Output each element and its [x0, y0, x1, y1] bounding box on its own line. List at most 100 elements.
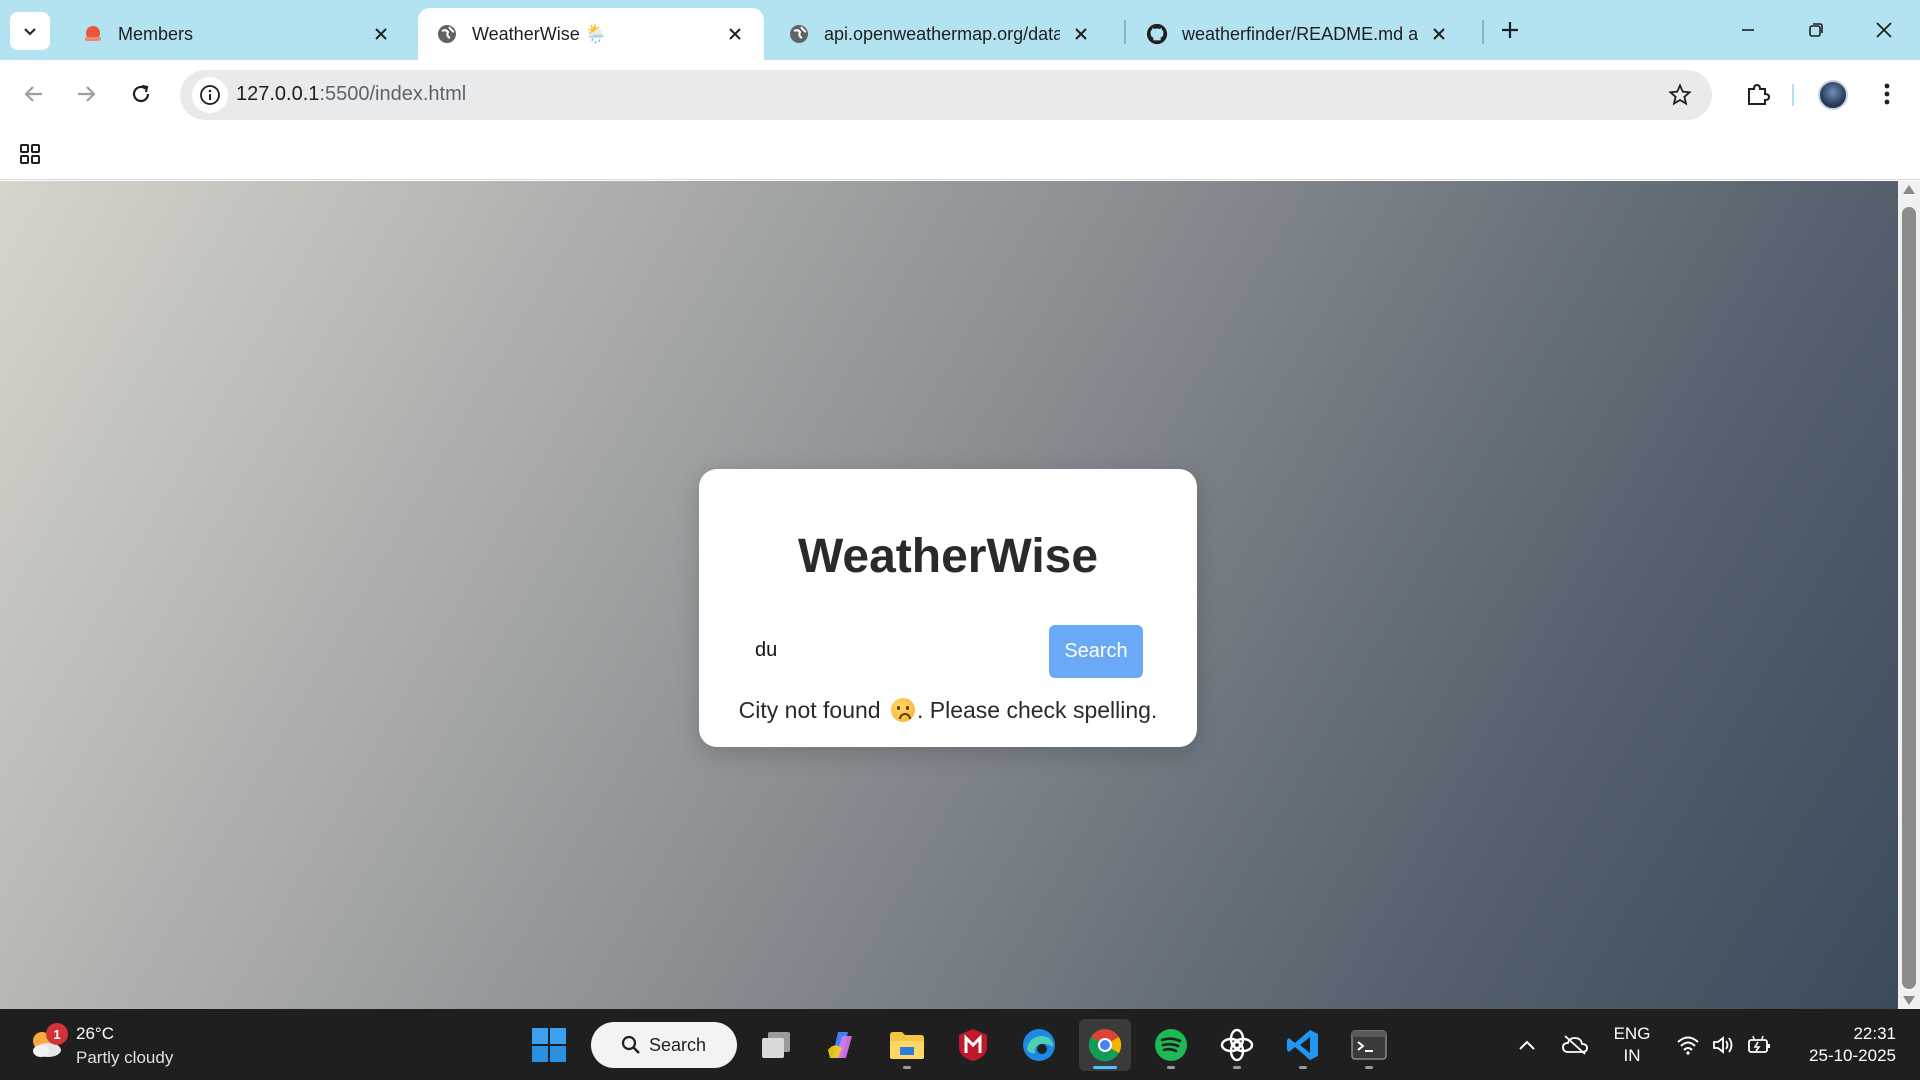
clock-date: 25-10-2025	[1809, 1046, 1896, 1065]
search-icon	[621, 1035, 641, 1055]
back-button[interactable]	[12, 72, 56, 116]
close-icon	[1876, 22, 1892, 38]
active-indicator	[1093, 1066, 1117, 1069]
browser-menu-button[interactable]	[1870, 74, 1904, 114]
weather-description: Partly cloudy	[76, 1048, 174, 1067]
sad-face-emoji-icon	[890, 698, 915, 722]
page-viewport: WeatherWise Search City not found . Plea…	[0, 181, 1898, 1009]
edge-icon	[1023, 1029, 1055, 1061]
scrollbar-thumb[interactable]	[1902, 207, 1916, 989]
notification-badge: 1	[46, 1023, 68, 1045]
tab-title: WeatherWise 🌦️	[472, 23, 608, 44]
windows-logo-icon	[532, 1028, 566, 1062]
arrow-right-icon	[78, 86, 96, 102]
task-view-button[interactable]	[750, 1019, 802, 1071]
weather-widget[interactable]: 1 26°C Partly cloudy	[24, 1021, 224, 1069]
plus-icon	[1502, 22, 1518, 38]
battery-charging-icon[interactable]	[1744, 1009, 1776, 1080]
chrome-app[interactable]	[1079, 1019, 1131, 1071]
wifi-icon[interactable]	[1672, 1009, 1704, 1080]
chevron-up-icon	[1519, 1040, 1535, 1050]
mcafee-app[interactable]	[947, 1019, 999, 1071]
chatgpt-app[interactable]	[1211, 1019, 1263, 1071]
tab-title: api.openweathermap.org/data/	[824, 23, 1060, 44]
toolbar-separator	[1792, 84, 1794, 106]
language-code: ENG	[1613, 1024, 1651, 1043]
folder-icon	[890, 1032, 924, 1059]
close-icon[interactable]	[1428, 23, 1450, 45]
address-bar[interactable]: 127.0.0.1:5500/index.html	[180, 70, 1712, 120]
bookmarks-bar	[0, 130, 1920, 180]
volume-icon[interactable]	[1708, 1009, 1740, 1080]
apps-grid-icon[interactable]	[14, 138, 46, 170]
tab-openweathermap[interactable]: api.openweathermap.org/data/	[770, 8, 1110, 60]
copilot-app[interactable]	[815, 1019, 867, 1071]
tab-title: Members	[118, 23, 194, 44]
taskbar-search[interactable]: Search	[591, 1022, 737, 1068]
weather-card: WeatherWise Search City not found . Plea…	[699, 469, 1197, 747]
kebab-menu-icon	[1884, 83, 1890, 105]
reload-icon	[132, 84, 150, 103]
clock-time: 22:31	[1853, 1024, 1896, 1043]
close-icon[interactable]	[1070, 23, 1092, 45]
running-indicator	[1233, 1066, 1241, 1069]
github-icon	[1146, 23, 1168, 45]
copilot-icon	[828, 1032, 852, 1058]
weather-temperature: 26°C	[76, 1024, 114, 1043]
puzzle-icon	[1748, 83, 1771, 105]
tab-github-readme[interactable]: weatherfinder/README.md at m	[1128, 8, 1468, 60]
tab-strip: Members WeatherWise 🌦️ api.openweatherma…	[0, 0, 1920, 60]
mcafee-shield-icon	[959, 1029, 987, 1061]
start-button[interactable]	[523, 1019, 575, 1071]
members-favicon-icon	[82, 23, 104, 45]
profile-avatar[interactable]	[1818, 80, 1848, 110]
forward-button[interactable]	[64, 72, 108, 116]
region-code: IN	[1623, 1046, 1641, 1065]
reload-button[interactable]	[119, 72, 163, 116]
error-message: City not found . Please check spelling.	[699, 697, 1197, 724]
minimize-icon	[1742, 29, 1754, 31]
page-scrollbar[interactable]	[1898, 181, 1920, 1009]
close-icon[interactable]	[370, 23, 392, 45]
url-text[interactable]: 127.0.0.1:5500/index.html	[236, 83, 466, 106]
restore-button[interactable]	[1794, 10, 1838, 50]
page-title: WeatherWise	[797, 530, 1099, 583]
show-hidden-icons-button[interactable]	[1512, 1009, 1542, 1080]
tab-search-button[interactable]	[10, 12, 50, 50]
browser-toolbar: 127.0.0.1:5500/index.html	[0, 60, 1920, 130]
new-tab-button[interactable]	[1494, 14, 1526, 46]
spotify-app[interactable]	[1145, 1019, 1197, 1071]
onedrive-offline-icon[interactable]	[1558, 1009, 1592, 1080]
edge-app[interactable]	[1013, 1019, 1065, 1071]
task-view-icon	[762, 1032, 790, 1058]
url-path: :5500/index.html	[319, 83, 467, 105]
city-search-input[interactable]	[755, 632, 1005, 668]
vscode-app[interactable]	[1277, 1019, 1329, 1071]
site-info-icon[interactable]	[192, 77, 228, 113]
spotify-icon	[1155, 1029, 1187, 1061]
scroll-down-arrow-icon[interactable]	[1903, 996, 1915, 1005]
tab-weatherwise[interactable]: WeatherWise 🌦️	[418, 8, 764, 60]
tab-separator	[1124, 20, 1126, 44]
tab-separator	[1482, 20, 1484, 44]
url-host: 127.0.0.1	[236, 83, 320, 105]
globe-icon	[436, 23, 458, 45]
minimize-button[interactable]	[1726, 10, 1770, 50]
chrome-icon	[1088, 1029, 1122, 1062]
scroll-up-arrow-icon[interactable]	[1903, 185, 1915, 194]
language-indicator[interactable]: ENG IN	[1600, 1023, 1664, 1067]
extensions-button[interactable]	[1736, 72, 1780, 116]
file-explorer-app[interactable]	[881, 1019, 933, 1071]
taskbar-search-label: Search	[649, 1034, 707, 1055]
running-indicator	[1167, 1066, 1175, 1069]
running-indicator	[1365, 1066, 1373, 1069]
close-icon[interactable]	[724, 23, 746, 45]
close-window-button[interactable]	[1862, 10, 1906, 50]
tab-members[interactable]: Members	[64, 8, 410, 60]
system-clock[interactable]: 22:31 25-10-2025	[1790, 1023, 1896, 1067]
bookmark-star-icon[interactable]	[1666, 81, 1694, 109]
search-button[interactable]: Search	[1049, 625, 1143, 678]
terminal-app[interactable]	[1343, 1019, 1395, 1071]
running-indicator	[1299, 1066, 1307, 1069]
vscode-icon	[1287, 1030, 1318, 1060]
